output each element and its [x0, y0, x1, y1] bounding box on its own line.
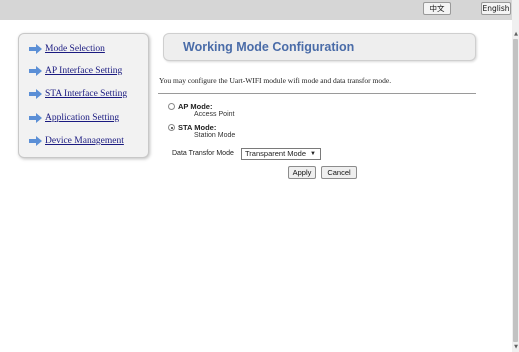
sidebar-item-label[interactable]: STA Interface Setting	[45, 89, 127, 99]
sidebar-item-sta-interface[interactable]: STA Interface Setting	[29, 88, 127, 100]
sidebar-item-application-setting[interactable]: Application Setting	[29, 112, 119, 124]
sidebar-item-label[interactable]: Application Setting	[45, 113, 119, 123]
ap-mode-radio[interactable]	[168, 103, 175, 110]
chevron-down-icon: ▼	[310, 151, 316, 157]
divider	[158, 93, 476, 94]
arrow-right-icon	[29, 44, 42, 54]
arrow-right-icon	[29, 66, 42, 76]
sidebar-item-device-management[interactable]: Device Management	[29, 135, 124, 147]
data-transfer-mode-label: Data Transfor Mode	[172, 150, 234, 157]
cancel-button[interactable]: Cancel	[321, 166, 357, 179]
scroll-down-arrow-icon[interactable]: ▼	[514, 344, 518, 350]
sidebar-nav: Mode Selection AP Interface Setting STA …	[18, 33, 149, 158]
scroll-up-arrow-icon[interactable]: ▲	[514, 31, 518, 37]
english-language-button[interactable]: English	[481, 2, 511, 15]
vertical-scrollbar[interactable]: ▲ ▼	[512, 0, 519, 352]
apply-button[interactable]: Apply	[288, 166, 316, 179]
sidebar-item-label[interactable]: Mode Selection	[45, 44, 105, 54]
sta-mode-radio[interactable]	[168, 124, 175, 131]
arrow-right-icon	[29, 136, 42, 146]
ap-mode-label: AP Mode:	[178, 102, 213, 111]
arrow-right-icon	[29, 113, 42, 123]
ap-mode-sublabel: Access Point	[194, 111, 235, 118]
sidebar-item-mode-selection[interactable]: Mode Selection	[29, 43, 105, 55]
page-description: You may configure the Uart-WIFI module w…	[159, 76, 392, 85]
page-title-box: Working Mode Configuration	[163, 33, 476, 61]
page-title: Working Mode Configuration	[183, 40, 355, 54]
chinese-language-button[interactable]: 中文	[423, 2, 451, 15]
sidebar-item-label[interactable]: AP Interface Setting	[45, 66, 122, 76]
top-bar: 中文 English	[0, 0, 512, 20]
sta-mode-label: STA Mode:	[178, 123, 217, 132]
scrollbar-thumb[interactable]	[513, 39, 518, 342]
data-transfer-mode-select[interactable]: Transparent Mode ▼	[241, 148, 321, 160]
data-transfer-mode-value: Transparent Mode	[245, 149, 307, 158]
sta-mode-sublabel: Station Mode	[194, 132, 236, 139]
sidebar-item-label[interactable]: Device Management	[45, 136, 124, 146]
arrow-right-icon	[29, 89, 42, 99]
sidebar-item-ap-interface[interactable]: AP Interface Setting	[29, 65, 122, 77]
